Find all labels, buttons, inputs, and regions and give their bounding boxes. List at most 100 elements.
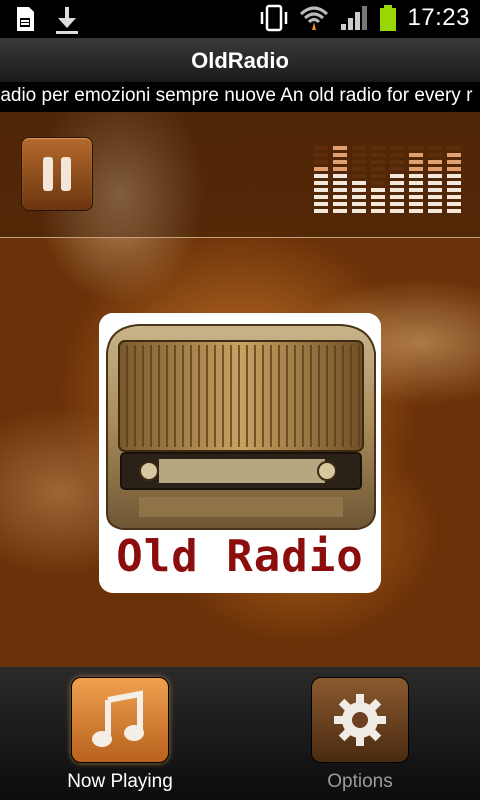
sd-card-icon [17,7,34,31]
equalizer-segment [409,209,423,213]
equalizer-segment [447,209,461,213]
equalizer-segment [428,146,442,150]
equalizer-segment [371,160,385,164]
tab-label: Options [327,771,393,792]
equalizer-segment [314,209,328,213]
pause-button[interactable] [21,137,93,211]
equalizer-segment [390,167,404,171]
equalizer-segment [447,174,461,178]
equalizer-segment [352,160,366,164]
battery-icon [380,5,397,31]
equalizer-segment [352,167,366,171]
equalizer-segment [333,153,347,157]
equalizer-segment [428,174,442,178]
download-icon [56,7,78,34]
equalizer-segment [447,188,461,192]
equalizer-segment [333,209,347,213]
equalizer-segment [447,153,461,157]
tab-now-playing[interactable]: Now Playing [67,677,173,793]
equalizer-segment [409,188,423,192]
equalizer-segment [333,167,347,171]
vibrate-icon [261,4,288,32]
equalizer-segment [390,174,404,178]
equalizer-segment [333,195,347,199]
equalizer-segment [390,153,404,157]
equalizer-segment [409,167,423,171]
tab-now-playing-button[interactable] [71,677,169,763]
equalizer-segment [314,188,328,192]
equalizer-segment [314,174,328,178]
equalizer-segment [333,146,347,150]
equalizer-segment [352,174,366,178]
artwork-text: Old Radio [116,531,364,582]
equalizer-segment [390,202,404,206]
equalizer-segment [409,146,423,150]
station-artwork: Old Radio [99,313,381,593]
equalizer-segment [390,146,404,150]
equalizer-segment [371,181,385,185]
signal-icon [341,6,368,30]
equalizer-segment [314,146,328,150]
equalizer-segment [447,146,461,150]
equalizer-segment [371,202,385,206]
equalizer-segment [314,195,328,199]
equalizer-segment [390,160,404,164]
equalizer-segment [333,181,347,185]
equalizer-segment [447,195,461,199]
equalizer-segment [390,209,404,213]
equalizer-visualizer [314,146,461,213]
equalizer-segment [371,153,385,157]
equalizer-segment [314,153,328,157]
tab-label: Now Playing [67,771,173,792]
equalizer-segment [371,209,385,213]
equalizer-segment [352,188,366,192]
equalizer-segment [352,146,366,150]
equalizer-segment [352,195,366,199]
equalizer-segment [447,167,461,171]
equalizer-segment [314,202,328,206]
equalizer-segment [390,181,404,185]
equalizer-segment [428,195,442,199]
app-title: OldRadio [191,48,289,73]
ticker: radio per emozioni sempre nuove An old r… [0,82,480,110]
equalizer-segment [428,153,442,157]
equalizer-segment [352,153,366,157]
equalizer-segment [428,202,442,206]
clock: 17:23 [407,4,470,31]
gear-icon [334,694,386,746]
equalizer-segment [333,188,347,192]
equalizer-segment [409,160,423,164]
equalizer-segment [371,167,385,171]
equalizer-segment [314,181,328,185]
equalizer-segment [447,181,461,185]
pause-icon-bar-right [61,157,71,191]
equalizer-segment [371,174,385,178]
equalizer-segment [352,181,366,185]
equalizer-segment [371,146,385,150]
equalizer-segment [390,195,404,199]
equalizer-segment [333,160,347,164]
tab-options[interactable]: Options [310,677,410,793]
equalizer-segment [428,167,442,171]
equalizer-segment [333,174,347,178]
equalizer-segment [447,160,461,164]
equalizer-segment [352,202,366,206]
pause-icon-bar-left [43,157,53,191]
status-bar: 17:23 [0,0,480,38]
equalizer-segment [428,181,442,185]
equalizer-segment [409,195,423,199]
equalizer-segment [428,209,442,213]
equalizer-segment [409,202,423,206]
equalizer-segment [371,188,385,192]
equalizer-segment [409,174,423,178]
ticker-text: radio per emozioni sempre nuove An old r… [0,85,473,106]
app-title-bar: OldRadio [0,38,480,82]
tab-options-button[interactable] [311,677,409,763]
equalizer-segment [409,181,423,185]
wifi-icon [300,6,329,30]
equalizer-segment [390,188,404,192]
music-note-icon [92,690,144,747]
equalizer-segment [428,188,442,192]
equalizer-segment [333,202,347,206]
equalizer-segment [371,195,385,199]
